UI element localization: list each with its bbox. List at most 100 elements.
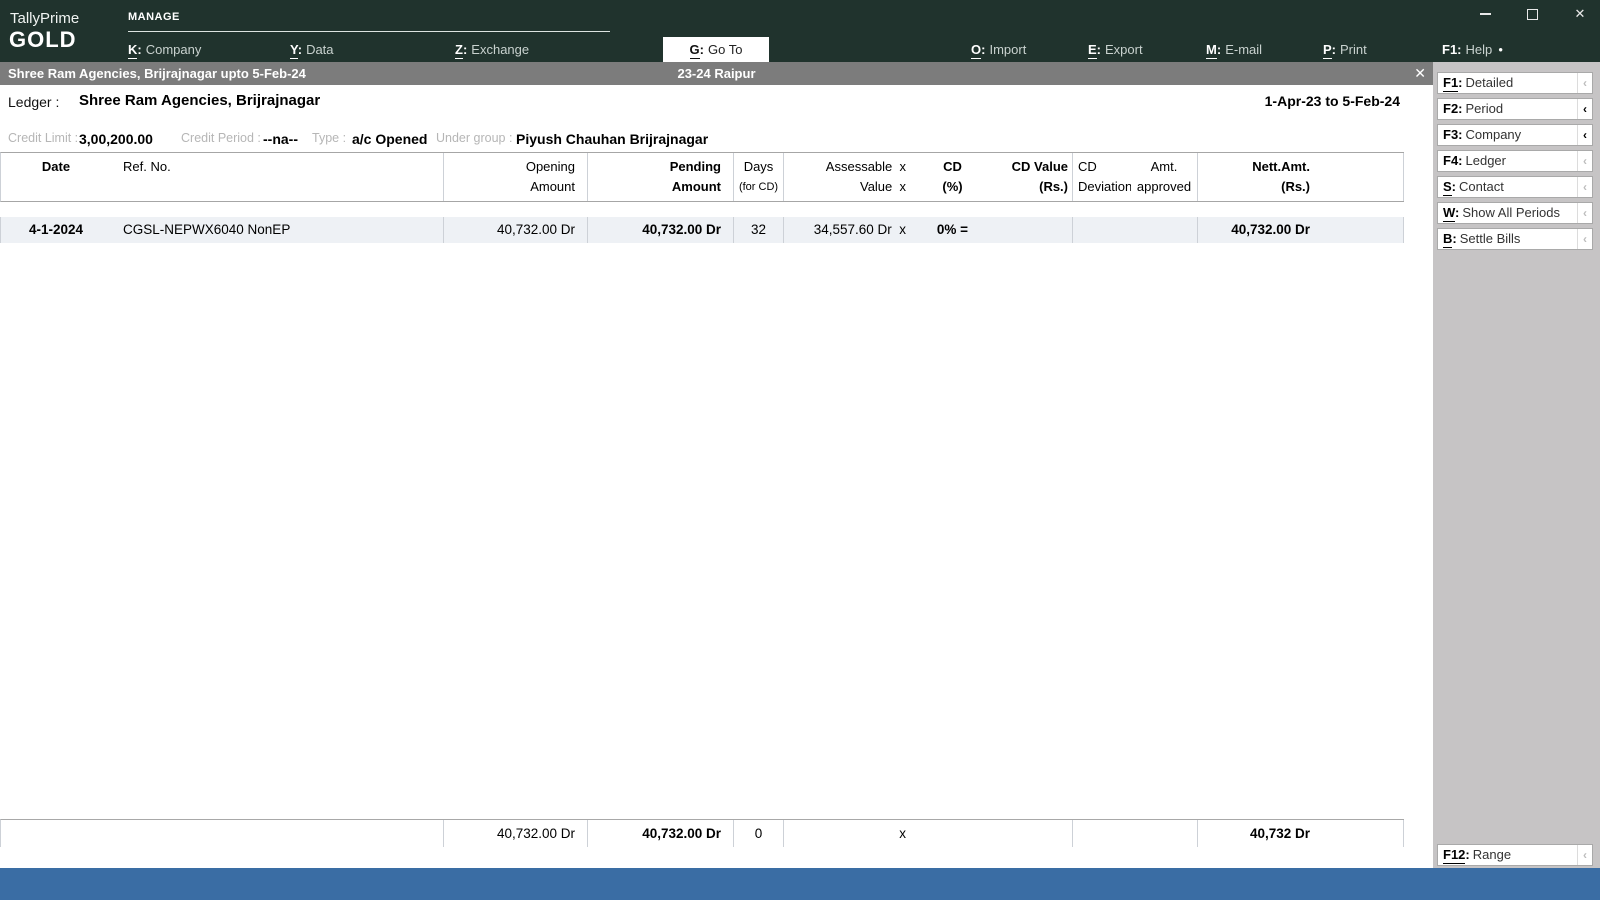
menu-key: F1 [1442,42,1457,57]
topbar: TallyPrime GOLD MANAGE K:Company Y:Data … [0,0,1600,62]
header-line1: CD [914,157,991,177]
menu-item-import[interactable]: O:Import [971,42,1026,57]
menu-key: Y [290,42,298,59]
type-label: Type : [312,131,346,145]
ledger-label: Ledger : [8,94,59,110]
col-header-nett-amt: Nett.Amt. (Rs.) [1198,153,1404,201]
table-row[interactable]: 4-1-2024 CGSL-NEPWX6040 NonEP 40,732.00 … [0,217,1404,243]
chevron-left-icon: ‹ [1577,73,1592,93]
bottom-status-bar [0,868,1600,900]
header-line2: (Rs.) [991,177,1068,197]
report-period: 1-Apr-23 to 5-Feb-24 [1265,93,1400,109]
button-key: F2 [1443,101,1458,116]
totals-cd-percent [914,820,991,847]
brand-name: TallyPrime [10,10,79,27]
sidebar-button-period[interactable]: F2:Period ‹ [1437,98,1593,120]
table-totals-row: 40,732.00 Dr 40,732.00 Dr 0 x 40,732 Dr [0,819,1404,847]
button-colon: : [1452,179,1456,194]
menu-item-data[interactable]: Y:Data [290,42,334,57]
help-dot-icon: ● [1498,45,1503,54]
menu-label: Import [989,42,1026,57]
report-close-button[interactable]: ✕ [1414,62,1426,85]
totals-pending-amount: 40,732.00 Dr [588,820,734,847]
menu-colon: : [700,42,704,57]
window-maximize-button[interactable] [1518,4,1546,24]
header-line1: Ref. No. [123,157,443,177]
sidebar-button-company[interactable]: F3:Company ‹ [1437,124,1593,146]
col-header-ref-no: Ref. No. [111,153,444,201]
menu-label: Data [306,42,333,57]
sidebar-button-range[interactable]: F12:Range ‹ [1437,844,1593,866]
menu-colon: : [137,42,141,57]
button-text: F4:Ledger [1438,151,1577,171]
header-line1: CD [1078,157,1131,177]
close-icon: ✕ [1575,6,1586,21]
menu-item-email[interactable]: M: E-mail [1206,42,1262,57]
sidebar-button-ledger[interactable]: F4:Ledger ‹ [1437,150,1593,172]
menu-label: Company [146,42,202,57]
header-line2: Amount [444,177,575,197]
menu-label: Print [1340,42,1367,57]
col-header-pending-amount: Pending Amount [588,153,734,201]
menu-item-company[interactable]: K: Company [128,42,201,57]
button-colon: : [1455,205,1459,220]
col-header-days-for-cd: Days (for CD) [734,153,784,201]
header-line1: Amt. [1131,157,1197,177]
header-line2: approved [1131,177,1197,197]
window-close-button[interactable]: ✕ [1566,4,1594,24]
button-colon: : [1458,75,1462,90]
header-line1: Days [734,157,783,177]
chevron-left-icon: ‹ [1577,229,1592,249]
menu-item-export[interactable]: E:Export [1088,42,1143,57]
cell-amt-approved [1131,217,1198,243]
totals-date [1,820,111,847]
sidebar-button-settle-bills[interactable]: B:Settle Bills ‹ [1437,228,1593,250]
header-line1: Opening [444,157,575,177]
cell-cd-percent: 0% = [914,217,991,243]
menu-label: Go To [708,42,742,57]
button-label: Settle Bills [1460,231,1521,246]
button-key: F3 [1443,127,1458,142]
header-line2: Value x [784,177,906,197]
totals-cd-value [991,820,1073,847]
menu-key: P [1323,42,1332,59]
header-line2: (Rs.) [1198,177,1310,197]
cell-ref-no: CGSL-NEPWX6040 NonEP [111,217,444,243]
menu-key: M [1206,42,1217,59]
button-text: W:Show All Periods [1438,203,1577,223]
menu-colon: : [1217,42,1221,57]
chevron-left-icon: ‹ [1577,203,1592,223]
chevron-left-icon: ‹ [1577,177,1592,197]
menu-label: E-mail [1225,42,1262,57]
go-to-button[interactable]: G:Go To [663,37,769,62]
cell-pending-amount: 40,732.00 Dr [588,217,734,243]
button-key: F12 [1443,847,1465,864]
menu-colon: : [463,42,467,57]
menu-item-exchange[interactable]: Z:Exchange [455,42,529,57]
sidebar-button-contact[interactable]: S:Contact ‹ [1437,176,1593,198]
button-key: W [1443,205,1455,222]
menu-key: K [128,42,137,59]
menu-item-help[interactable]: F1:Help● [1442,42,1503,57]
menu-item-print[interactable]: P:Print [1323,42,1367,57]
header-line1: Date [1,157,111,177]
report-title: Shree Ram Agencies, Brijrajnagar upto 5-… [8,62,306,85]
header-line2: (%) [914,177,991,197]
sidebar-button-show-all-periods[interactable]: W:Show All Periods ‹ [1437,202,1593,224]
credit-limit-value: 3,00,200.00 [79,131,153,147]
menu-colon: : [1097,42,1101,57]
header-line2: (for CD) [734,177,783,197]
table-header: Date Ref. No. Opening Amount Pending Amo… [0,152,1404,202]
credit-period-label: Credit Period : [181,131,261,145]
col-header-assessable-value: Assessable x Value x [784,153,914,201]
window-minimize-button[interactable] [1471,4,1499,24]
credit-period-value: --na-- [263,131,298,147]
button-colon: : [1458,127,1462,142]
button-text: F3:Company [1438,125,1577,145]
sidebar-button-detailed[interactable]: F1:Detailed ‹ [1437,72,1593,94]
totals-cd-deviation [1073,820,1131,847]
header-line2: Deviation [1078,177,1131,197]
minimize-icon [1480,13,1491,15]
button-label: Range [1473,847,1511,862]
maximize-icon [1527,9,1538,20]
